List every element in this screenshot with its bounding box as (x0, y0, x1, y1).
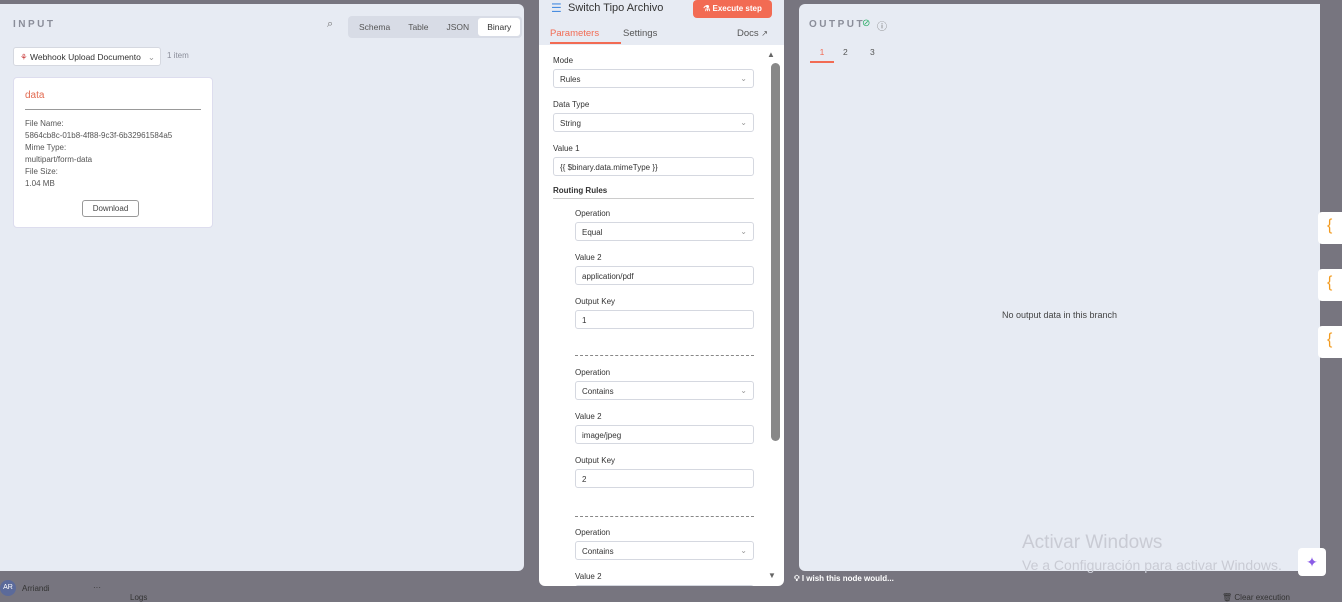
input-panel: INPUT ⌕ Schema Table JSON Binary ⚘ Webho… (0, 4, 524, 571)
data-type-value: String (560, 119, 581, 128)
input-title: INPUT (13, 19, 56, 30)
value2-input[interactable] (575, 585, 754, 586)
operation-value: Contains (582, 387, 614, 396)
tab-settings[interactable]: Settings (623, 28, 657, 39)
tab-parameters[interactable]: Parameters (550, 28, 621, 44)
chevron-down-icon: ⌄ (740, 118, 747, 127)
scroll-up-icon[interactable]: ▲ (767, 50, 775, 59)
side-json-icon[interactable]: { (1318, 212, 1342, 244)
chevron-down-icon: ⌄ (740, 386, 747, 395)
value2-label: Value 2 (575, 412, 602, 421)
divider (25, 109, 201, 110)
mime-label: Mime Type: (25, 143, 67, 152)
operation-label: Operation (575, 528, 611, 537)
node-name: Webhook Upload Documento (29, 52, 141, 62)
chevron-down-icon: ⌄ (740, 227, 747, 236)
success-check-icon: ⊘ (862, 18, 871, 29)
output-key-input[interactable]: 1 (575, 310, 754, 329)
operation-select[interactable]: Contains ⌄ (575, 381, 754, 400)
branch-tab-1[interactable]: 1 (810, 47, 834, 63)
avatar[interactable]: AR (0, 580, 16, 596)
lightbulb-icon: 💡︎ (794, 574, 802, 583)
operation-value: Equal (582, 228, 603, 237)
item-count: 1 item (167, 51, 189, 60)
output-key-label: Output Key (575, 456, 616, 465)
file-name: 5864cb8c-01b8-4f88-9c3f-6b32961584a5 (25, 131, 173, 140)
mode-select[interactable]: Rules ⌄ (553, 69, 754, 88)
size-label: File Size: (25, 167, 58, 176)
node-title: Switch Tipo Archivo (568, 2, 664, 14)
tab-binary[interactable]: Binary (478, 18, 521, 36)
output-panel: OUTPUT ⊘ ⓘ 1 2 3 No output data in this … (799, 4, 1320, 571)
scrollbar-thumb[interactable] (771, 63, 780, 441)
chevron-down-icon: ⌄ (740, 74, 747, 83)
output-key-label: Output Key (575, 297, 616, 306)
rule-divider (575, 355, 754, 356)
value1-input[interactable]: {{ $binary.data.mimeType }} (553, 157, 754, 176)
scroll-down-icon[interactable]: ▼ (768, 571, 776, 580)
chevron-down-icon: ⌄ (147, 52, 155, 62)
execute-step-button[interactable]: ⚗ Execute step (693, 0, 772, 18)
tab-json[interactable]: JSON (438, 18, 479, 36)
watermark-subtitle: Ve a Configuración para activar Windows. (1022, 557, 1282, 573)
node-header: ☰ Switch Tipo Archivo ⚗ Execute step Par… (539, 0, 784, 45)
more-icon[interactable]: ··· (93, 583, 101, 592)
ai-assistant-button[interactable]: ✦ (1298, 548, 1326, 576)
data-type-select[interactable]: String ⌄ (553, 113, 754, 132)
rule-divider (575, 516, 754, 517)
external-link-icon: ↗ (761, 29, 768, 38)
binary-name: data (25, 90, 45, 101)
feedback-link[interactable]: 💡︎ I wish this node would... (794, 574, 894, 584)
value1-label: Value 1 (553, 144, 580, 153)
operation-value: Contains (582, 547, 614, 556)
tab-schema[interactable]: Schema (350, 18, 399, 36)
execute-label: Execute step (712, 4, 762, 13)
binary-card: data File Name: 5864cb8c-01b8-4f88-9c3f-… (13, 77, 213, 228)
value2-label: Value 2 (575, 253, 602, 262)
routing-rules-heading: Routing Rules (553, 186, 754, 199)
branch-tab-2[interactable]: 2 (843, 47, 848, 57)
info-icon: ⓘ (877, 22, 887, 33)
branch-tab-3[interactable]: 3 (870, 47, 875, 57)
mode-value: Rules (560, 75, 581, 84)
tab-table[interactable]: Table (399, 18, 437, 36)
search-icon[interactable]: ⌕ (327, 18, 333, 31)
side-json-icon[interactable]: { (1318, 326, 1342, 358)
webhook-icon: ⚘ (20, 52, 30, 62)
data-type-label: Data Type (553, 100, 590, 109)
input-node-select[interactable]: ⚘ Webhook Upload Documento ⌄ (13, 47, 161, 66)
mime-value: multipart/form-data (25, 155, 93, 164)
download-button[interactable]: Download (82, 200, 139, 217)
value2-input[interactable]: application/pdf (575, 266, 754, 285)
operation-label: Operation (575, 209, 611, 218)
user-name: Arriandi (22, 584, 50, 593)
view-tabs: Schema Table JSON Binary (348, 16, 523, 38)
size-value: 1.04 MB (25, 179, 55, 188)
output-key-input[interactable]: 2 (575, 469, 754, 488)
file-name-label: File Name: (25, 119, 64, 128)
watermark-title: Activar Windows (1022, 532, 1163, 553)
operation-label: Operation (575, 368, 611, 377)
docs-label: Docs (737, 28, 759, 39)
docs-link[interactable]: Docs ↗ (737, 28, 768, 39)
value2-input[interactable]: image/jpeg (575, 425, 754, 444)
operation-select[interactable]: Equal ⌄ (575, 222, 754, 241)
feedback-label: I wish this node would... (801, 574, 894, 583)
chevron-down-icon: ⌄ (740, 546, 747, 555)
value2-label: Value 2 (575, 572, 602, 581)
empty-output-message: No output data in this branch (1001, 310, 1118, 320)
node-parameters-panel: ☰ Switch Tipo Archivo ⚗ Execute step Par… (539, 0, 784, 586)
switch-icon: ☰ (551, 1, 562, 15)
operation-select[interactable]: Contains ⌄ (575, 541, 754, 560)
output-title: OUTPUT (809, 19, 866, 30)
mode-label: Mode (553, 56, 574, 65)
side-json-icon[interactable]: { (1318, 269, 1342, 301)
